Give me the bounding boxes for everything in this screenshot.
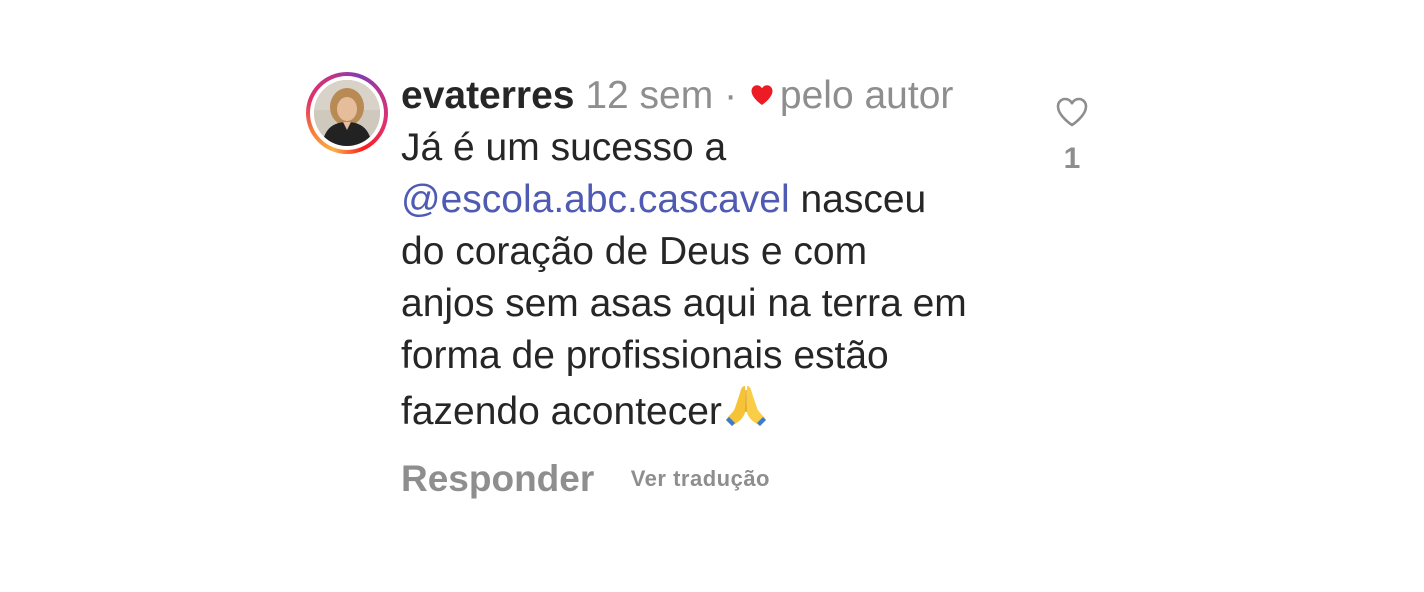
comment-text-line: @escola.abc.cascavel nasceu xyxy=(401,174,1041,226)
like-count: 1 xyxy=(1063,142,1081,175)
separator-dot: · xyxy=(724,74,738,117)
comment-text-segment: fazendo acontecer xyxy=(401,390,722,433)
reply-button[interactable]: Responder xyxy=(401,458,594,499)
heart-outline-icon[interactable] xyxy=(1055,96,1089,128)
comment-text-line: forma de profissionais estão xyxy=(401,334,889,377)
comment-text-line: anjos sem asas aqui na terra em xyxy=(401,282,967,325)
mention-link[interactable]: @escola.abc.cascavel xyxy=(401,178,790,221)
avatar[interactable] xyxy=(314,80,380,146)
folded-hands-emoji-icon xyxy=(725,386,766,426)
comment-text-segment: nasceu xyxy=(789,178,927,221)
comment-body: evaterres 12 sem · pelo autor Já é um su… xyxy=(401,70,1041,506)
comment-actions: Responder Ver tradução xyxy=(401,458,1041,506)
avatar-story-ring[interactable] xyxy=(306,72,388,154)
comment-text: Já é um sucesso a @escola.abc.cascavel n… xyxy=(401,122,1041,438)
comment-text-line: Já é um sucesso a xyxy=(401,126,727,169)
comment-text-line: fazendo acontecer xyxy=(401,382,1041,438)
avatar-image xyxy=(314,80,380,146)
translate-button[interactable]: Ver tradução xyxy=(631,466,770,491)
username-link[interactable]: evaterres xyxy=(401,74,574,117)
red-heart-icon xyxy=(751,85,773,105)
comment-text-line: do coração de Deus e com xyxy=(401,230,868,273)
comment-time[interactable]: 12 sem xyxy=(585,74,713,117)
comment: evaterres 12 sem · pelo autor Já é um su… xyxy=(306,70,1106,530)
comment-header: evaterres 12 sem · pelo autor xyxy=(401,70,1041,122)
like-column: 1 xyxy=(1052,96,1092,176)
liked-by-author-label: pelo autor xyxy=(779,74,954,117)
